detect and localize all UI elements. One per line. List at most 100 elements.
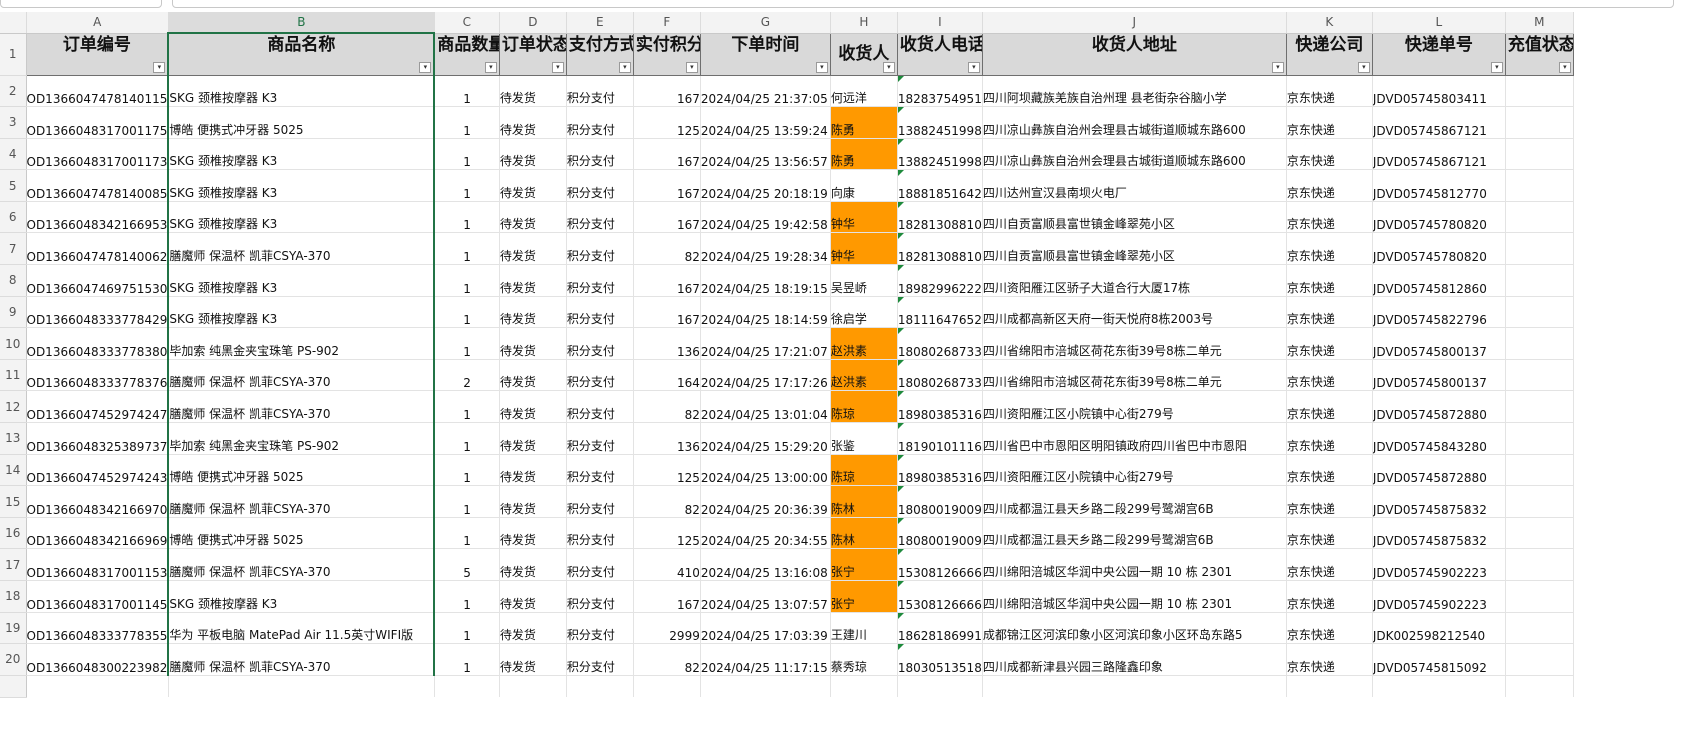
product-name-cell[interactable]: 膳魔师 保温杯 凯菲CSYA-370 <box>167 390 436 424</box>
payment-method-cell[interactable]: 积分支付 <box>566 422 634 455</box>
payment-method-cell[interactable]: 积分支付 <box>566 485 634 518</box>
courier-cell[interactable]: 京东快递 <box>1286 390 1373 424</box>
recharge-status-cell[interactable] <box>1505 296 1574 329</box>
order-time-cell[interactable]: 2024/04/25 18:14:59 <box>700 296 831 329</box>
empty-cell[interactable] <box>26 675 169 698</box>
header-cell[interactable]: 商品名称 ▾ <box>167 32 436 76</box>
recharge-status-cell[interactable] <box>1505 327 1574 360</box>
order-id-cell[interactable]: OD1366048317001153 <box>26 548 169 581</box>
recharge-status-cell[interactable] <box>1505 359 1574 392</box>
empty-cell[interactable] <box>499 675 567 698</box>
points-cell[interactable]: 125 <box>633 106 701 139</box>
recharge-status-cell[interactable] <box>1505 264 1574 297</box>
filter-dropdown-icon[interactable]: ▾ <box>551 61 564 73</box>
product-name-cell[interactable]: 博皓 便携式冲牙器 5025 <box>167 517 436 550</box>
points-cell[interactable]: 167 <box>633 169 701 202</box>
empty-cell[interactable] <box>633 675 701 698</box>
quantity-cell[interactable]: 1 <box>434 454 500 487</box>
tracking-number-cell[interactable]: JDVD05745875832 <box>1372 485 1506 518</box>
recharge-status-cell[interactable] <box>1505 422 1574 455</box>
product-name-cell[interactable]: SKG 颈椎按摩器 K3 <box>167 264 436 297</box>
order-id-cell[interactable]: OD1366048325389737 <box>26 422 169 455</box>
courier-cell[interactable]: 京东快递 <box>1286 296 1373 329</box>
points-cell[interactable]: 82 <box>633 643 701 676</box>
phone-cell[interactable]: 18030513518 <box>897 643 983 676</box>
recharge-status-cell[interactable] <box>1505 106 1574 139</box>
payment-method-cell[interactable]: 积分支付 <box>566 327 634 360</box>
courier-cell[interactable]: 京东快递 <box>1286 517 1373 550</box>
courier-cell[interactable]: 京东快递 <box>1286 327 1373 360</box>
header-cell[interactable]: 实付积分 ▾ <box>632 32 701 76</box>
recipient-cell[interactable]: 徐启学 <box>830 296 898 329</box>
address-cell[interactable]: 四川资阳雁江区小院镇中心街279号 <box>982 390 1287 424</box>
column-header-g[interactable]: G <box>700 12 831 34</box>
points-cell[interactable]: 167 <box>633 138 701 171</box>
recharge-status-cell[interactable] <box>1505 580 1574 613</box>
order-id-cell[interactable]: OD1366047452974247 <box>26 390 169 424</box>
tracking-number-cell[interactable]: JDVD05745812770 <box>1372 169 1506 202</box>
tracking-number-cell[interactable]: JDVD05745875832 <box>1372 517 1506 550</box>
row-header[interactable]: 3 <box>0 106 27 139</box>
recharge-status-cell[interactable] <box>1505 232 1574 266</box>
column-header-c[interactable]: C <box>434 12 500 34</box>
payment-method-cell[interactable]: 积分支付 <box>566 75 634 108</box>
points-cell[interactable]: 167 <box>633 75 701 108</box>
recharge-status-cell[interactable] <box>1505 485 1574 518</box>
tracking-number-cell[interactable]: JDK002598212540 <box>1372 612 1506 645</box>
row-header[interactable]: 7 <box>0 232 27 266</box>
row-header[interactable] <box>0 675 27 698</box>
empty-cell[interactable] <box>1505 675 1574 698</box>
filter-dropdown-icon[interactable]: ▾ <box>484 61 497 73</box>
phone-cell[interactable]: 13882451998 <box>897 138 983 171</box>
order-id-cell[interactable]: OD1366048342166969 <box>26 517 169 550</box>
payment-method-cell[interactable]: 积分支付 <box>566 169 634 202</box>
product-name-cell[interactable]: 膳魔师 保温杯 凯菲CSYA-370 <box>167 643 436 676</box>
filter-dropdown-icon[interactable]: ▾ <box>967 61 980 73</box>
address-cell[interactable]: 四川资阳雁江区小院镇中心街279号 <box>982 454 1287 487</box>
tracking-number-cell[interactable]: JDVD05745867121 <box>1372 138 1506 171</box>
empty-cell[interactable] <box>168 675 435 698</box>
phone-cell[interactable]: 15308126666 <box>897 580 983 613</box>
order-id-cell[interactable]: OD1366047478140062 <box>26 232 169 266</box>
order-id-cell[interactable]: OD1366047478140115 <box>26 75 169 108</box>
column-header-k[interactable]: K <box>1286 12 1373 34</box>
row-header[interactable]: 18 <box>0 580 27 613</box>
quantity-cell[interactable]: 5 <box>434 548 500 581</box>
recipient-cell[interactable]: 陈勇 <box>830 106 898 139</box>
recipient-cell[interactable]: 向康 <box>830 169 898 202</box>
address-cell[interactable]: 四川绵阳涪城区华润中央公园一期 10 栋 2301 <box>982 548 1287 581</box>
name-box[interactable] <box>0 0 162 8</box>
row-header[interactable]: 13 <box>0 422 27 455</box>
order-time-cell[interactable]: 2024/04/25 18:19:15 <box>700 264 831 297</box>
courier-cell[interactable]: 京东快递 <box>1286 264 1373 297</box>
tracking-number-cell[interactable]: JDVD05745822796 <box>1372 296 1506 329</box>
quantity-cell[interactable]: 1 <box>434 201 500 234</box>
order-status-cell[interactable]: 待发货 <box>499 359 567 392</box>
order-status-cell[interactable]: 待发货 <box>499 612 567 645</box>
product-name-cell[interactable]: 博皓 便携式冲牙器 5025 <box>167 106 436 139</box>
phone-cell[interactable]: 18283754951 <box>897 75 983 108</box>
recipient-cell[interactable]: 王建川 <box>830 612 898 645</box>
tracking-number-cell[interactable]: JDVD05745902223 <box>1372 580 1506 613</box>
column-header-h[interactable]: H <box>830 12 898 34</box>
phone-cell[interactable]: 18881851642 <box>897 169 983 202</box>
tracking-number-cell[interactable]: JDVD05745800137 <box>1372 359 1506 392</box>
order-status-cell[interactable]: 待发货 <box>499 106 567 139</box>
order-time-cell[interactable]: 2024/04/25 17:03:39 <box>700 612 831 645</box>
phone-cell[interactable]: 18080268733 <box>897 327 983 360</box>
recharge-status-cell[interactable] <box>1505 169 1574 202</box>
formula-bar[interactable] <box>172 0 1674 8</box>
address-cell[interactable]: 四川省巴中市恩阳区明阳镇政府四川省巴中市恩阳 <box>982 422 1287 455</box>
recharge-status-cell[interactable] <box>1505 75 1574 108</box>
column-header-l[interactable]: L <box>1372 12 1506 34</box>
phone-cell[interactable]: 18982996222 <box>897 264 983 297</box>
order-status-cell[interactable]: 待发货 <box>499 454 567 487</box>
order-status-cell[interactable]: 待发货 <box>499 548 567 581</box>
courier-cell[interactable]: 京东快递 <box>1286 485 1373 518</box>
order-status-cell[interactable]: 待发货 <box>499 327 567 360</box>
points-cell[interactable]: 167 <box>633 201 701 234</box>
address-cell[interactable]: 四川绵阳涪城区华润中央公园一期 10 栋 2301 <box>982 580 1287 613</box>
address-cell[interactable]: 四川成都新津县兴园三路隆鑫印象 <box>982 643 1287 676</box>
recharge-status-cell[interactable] <box>1505 517 1574 550</box>
quantity-cell[interactable]: 1 <box>434 327 500 360</box>
